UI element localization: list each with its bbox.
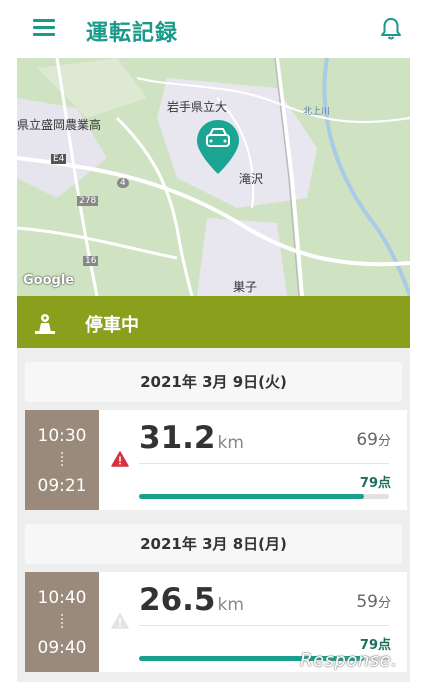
map-label-station-sugo: 巣子: [233, 280, 258, 294]
score-bar-fill: [139, 494, 364, 499]
bell-icon[interactable]: [378, 16, 404, 42]
time-dots: [61, 614, 63, 628]
parking-driver-icon: [35, 312, 55, 338]
map-label-station-takizawa: 滝沢: [239, 172, 264, 186]
status-text: 停車中: [85, 315, 139, 336]
trip-start-time: 09:40: [37, 638, 87, 658]
trip-list[interactable]: 2021年 3月 9日(火) 10:30 09:21 31.2 km 69分 79…: [17, 348, 410, 682]
time-dots: [61, 452, 63, 466]
google-attribution-logo: Google: [23, 273, 75, 288]
car-location-pin-icon[interactable]: [195, 118, 241, 180]
trip-duration: 69分: [356, 430, 391, 450]
date-header: 2021年 3月 9日(火): [25, 362, 402, 402]
distance-unit: km: [217, 433, 244, 453]
response-watermark: Response.: [300, 650, 398, 671]
map-view[interactable]: 岩手県立大 県立盛岡農業高 北上川 滝沢 巣子 E4 4 278 16 Goog…: [17, 58, 410, 296]
distance-value: 26.5: [139, 582, 216, 618]
trip-card[interactable]: 10:30 09:21 31.2 km 69分 79点: [25, 410, 407, 510]
route-shield-16: 16: [83, 256, 99, 266]
trip-start-time: 09:21: [37, 476, 87, 496]
map-label-river: 北上川: [303, 107, 331, 117]
distance-unit: km: [217, 595, 244, 615]
duration-unit: 分: [377, 596, 391, 611]
parking-status-bar: 停車中: [17, 296, 410, 348]
route-shield-4: 4: [117, 178, 129, 188]
route-shield-278: 278: [77, 196, 99, 206]
divider: [139, 625, 389, 626]
duration-unit: 分: [377, 434, 391, 449]
date-header: 2021年 3月 8日(月): [25, 524, 402, 564]
duration-value: 59: [356, 592, 378, 612]
app-header: 運転記録: [0, 0, 427, 58]
warning-icon: [111, 613, 129, 633]
trip-distance: 26.5 km: [139, 582, 244, 618]
trip-end-time: 10:30: [37, 426, 87, 446]
trip-duration: 59分: [356, 592, 391, 612]
trip-score: 79点: [359, 476, 391, 491]
trip-distance: 31.2 km: [139, 420, 244, 456]
trip-time-column: 10:40 09:40: [25, 572, 99, 672]
divider: [139, 463, 389, 464]
trip-time-column: 10:30 09:21: [25, 410, 99, 510]
hamburger-menu-icon[interactable]: [33, 19, 55, 37]
route-shield-e4: E4: [51, 154, 67, 164]
trip-end-time: 10:40: [37, 588, 87, 608]
map-label-university: 岩手県立大: [167, 100, 228, 114]
warning-icon: [111, 451, 129, 471]
page-title: 運転記録: [86, 21, 179, 46]
map-label-school: 県立盛岡農業高: [17, 118, 102, 132]
duration-value: 69: [356, 430, 378, 450]
distance-value: 31.2: [139, 420, 216, 456]
score-bar: [139, 494, 389, 499]
